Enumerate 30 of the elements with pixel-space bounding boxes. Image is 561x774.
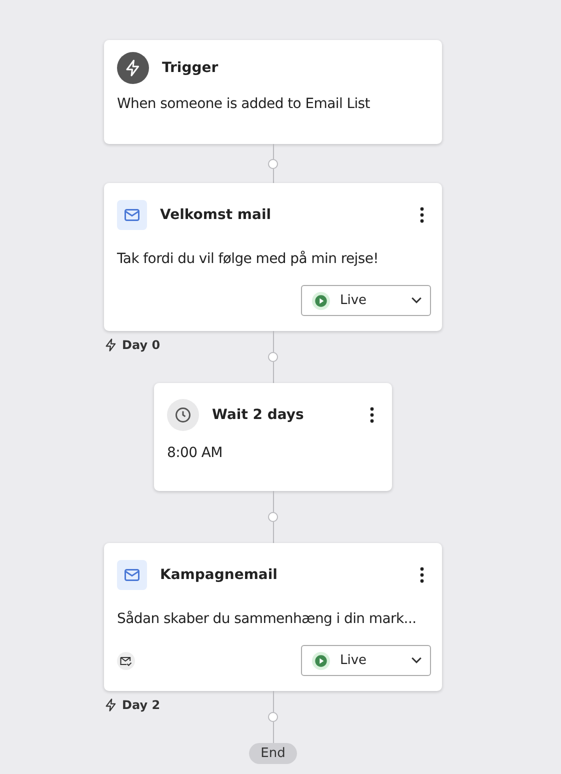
step-title: Kampagnemail: [160, 567, 278, 583]
play-icon: [312, 292, 330, 310]
chevron-down-icon: [411, 657, 422, 664]
step-description: Tak fordi du vil følge med på min rejse!: [117, 251, 380, 267]
step-description: When someone is added to Email List: [117, 96, 371, 112]
day-label: Day 2: [122, 698, 160, 712]
more-icon[interactable]: [420, 207, 424, 223]
mail-icon: [117, 560, 147, 590]
step-title: Wait 2 days: [212, 407, 305, 423]
end-node: End: [248, 743, 298, 764]
step-card[interactable]: Trigger When someone is added to Email List: [104, 40, 442, 144]
play-icon: [312, 652, 330, 670]
more-icon[interactable]: [370, 407, 374, 423]
day-label: Day 0: [122, 338, 160, 352]
step-title: Trigger: [162, 60, 220, 76]
lightning-icon: [104, 698, 118, 712]
step-description: Sådan skaber du sammenhæng i din mark...: [117, 611, 418, 627]
more-icon[interactable]: [420, 567, 424, 583]
step-card[interactable]: Kampagnemail Sådan skaber du sammenhæng i din mark... Live: [104, 543, 442, 691]
step-card[interactable]: Velkomst mail Tak fordi du vil følge med på min rejse! Live: [104, 183, 442, 331]
step-description: 8:00 AM: [167, 445, 224, 461]
clock-icon: [167, 399, 199, 431]
status-dropdown[interactable]: Live: [301, 285, 431, 316]
status-dropdown[interactable]: Live: [301, 645, 431, 676]
lightning-icon: [104, 338, 118, 352]
mail-icon: [117, 200, 147, 230]
step-card[interactable]: Wait 2 days 8:00 AM: [154, 383, 392, 491]
chevron-down-icon: [411, 297, 422, 304]
step-title: Velkomst mail: [160, 207, 272, 223]
lightning-icon: [117, 52, 149, 84]
